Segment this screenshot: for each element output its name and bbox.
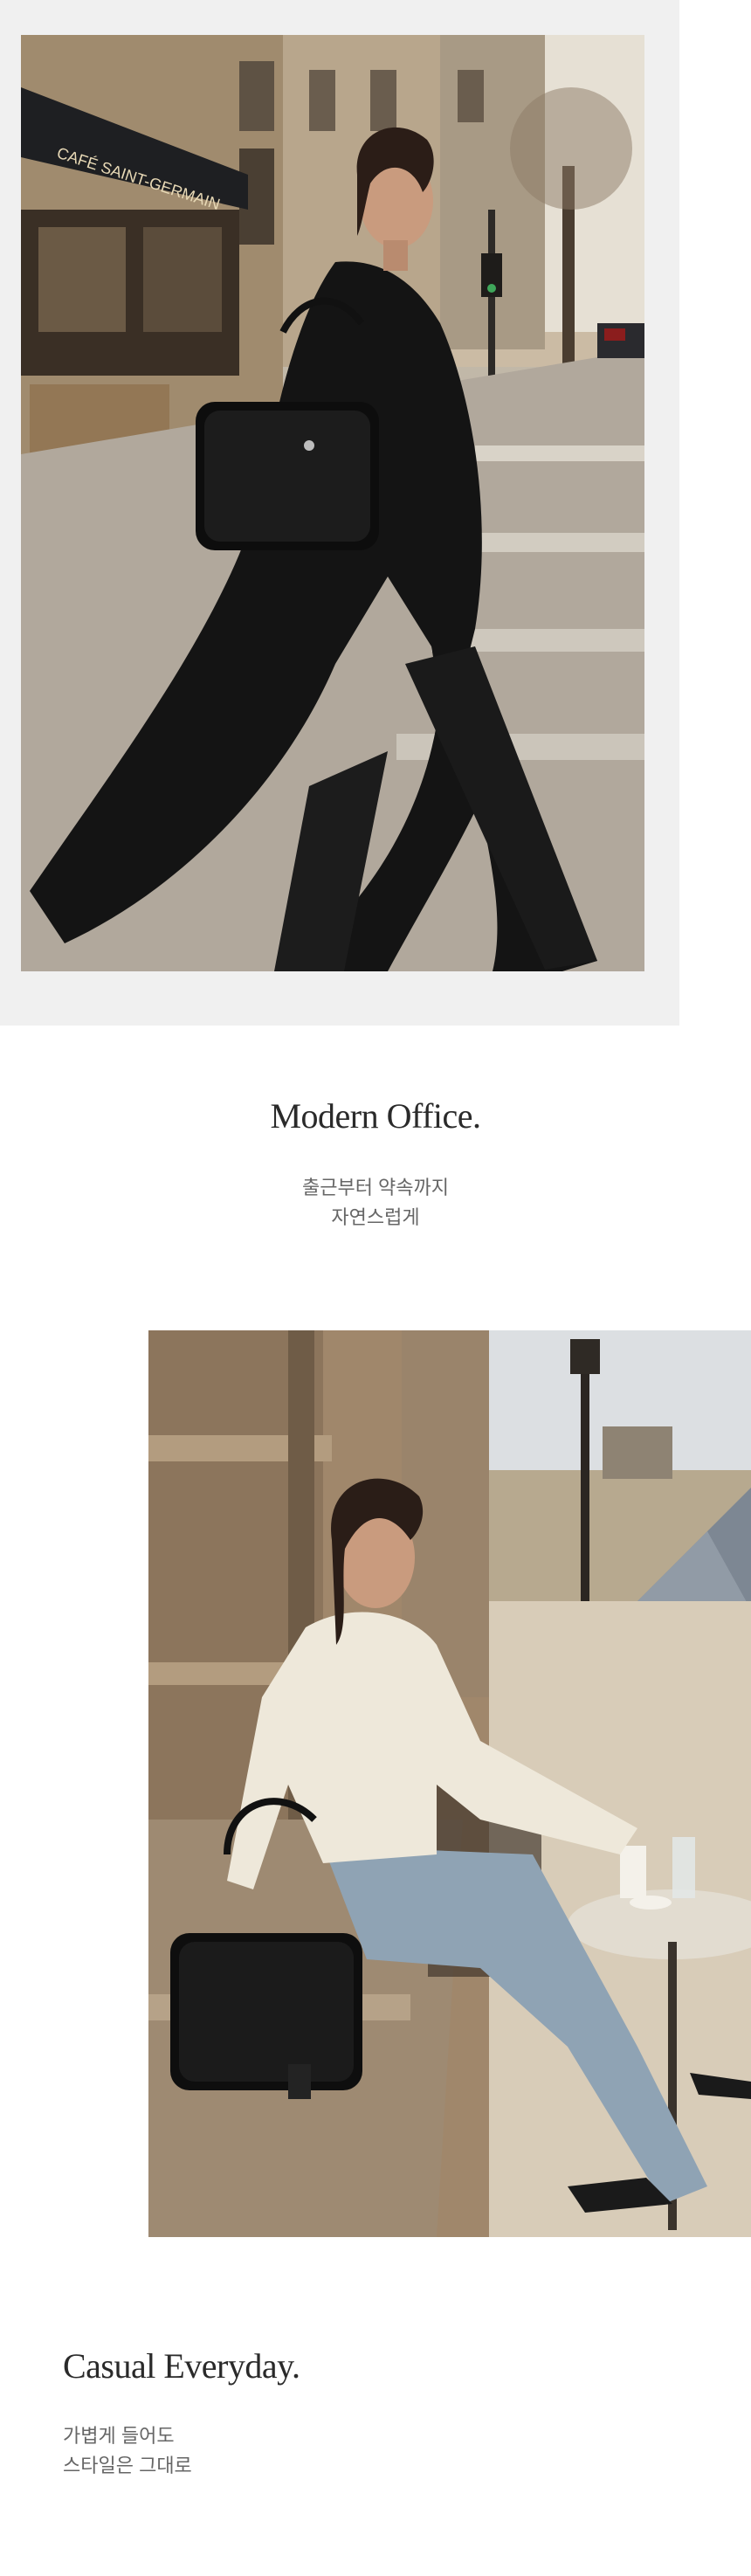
subtitle-line: 가볍게 들어도 [63, 2425, 175, 2447]
section-subtitle-casual-everyday: 가볍게 들어도 스타일은 그대로 [63, 2421, 412, 2481]
photo-woman-seated-louvre-cafe [148, 1330, 751, 2237]
subtitle-line: 출근부터 약속까지 [301, 1177, 450, 1198]
subtitle-line: 스타일은 그대로 [63, 2455, 192, 2476]
photo-woman-walking-paris-street: CAFÉ SAINT-GERMAIN [21, 35, 644, 971]
section-subtitle-modern-office: 출근부터 약속까지 자연스럽게 [0, 1173, 751, 1233]
section-title-casual-everyday: Casual Everyday. [63, 2346, 300, 2386]
louvre-scene-illustration [148, 1330, 751, 2237]
subtitle-line: 자연스럽게 [331, 1206, 420, 1228]
section-title-modern-office: Modern Office. [270, 1096, 481, 1136]
street-scene-illustration: CAFÉ SAINT-GERMAIN [21, 35, 644, 971]
